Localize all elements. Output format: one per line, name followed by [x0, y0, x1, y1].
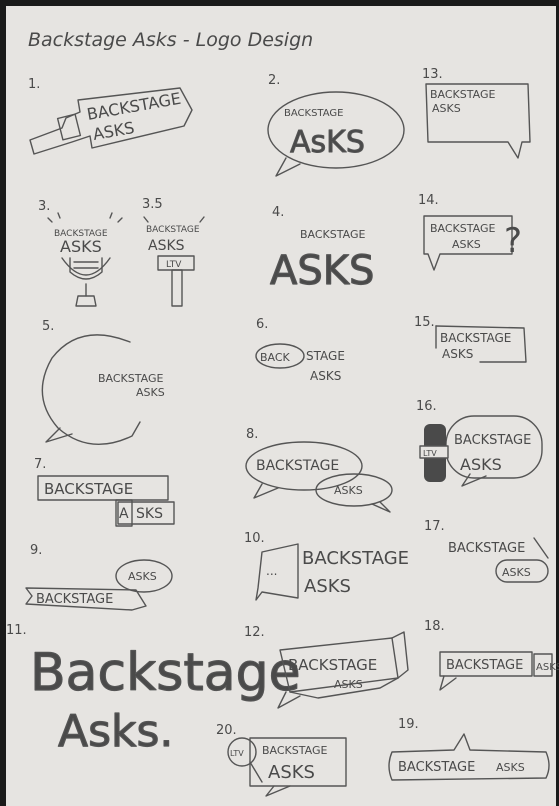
svg-text:AsKS: AsKS [290, 125, 365, 160]
logo-sketch-sheet: Backstage Asks - Logo Design 1. 2. 13. 3… [6, 6, 559, 806]
svg-text:ASKS: ASKS [502, 566, 531, 579]
svg-text:ASKS: ASKS [452, 238, 481, 251]
number-12: 12. [244, 625, 265, 640]
svg-text:BACKSTAGE: BACKSTAGE [146, 225, 200, 235]
svg-text:BACKSTAGE: BACKSTAGE [446, 658, 523, 673]
svg-text:A: A [119, 506, 129, 522]
svg-text:LTV: LTV [230, 749, 244, 758]
svg-text:BACKSTAGE: BACKSTAGE [302, 548, 409, 569]
svg-text:Asks.: Asks. [58, 706, 173, 757]
svg-text:ASKS: ASKS [442, 347, 473, 361]
svg-text:...: ... [266, 564, 277, 578]
number-11: 11. [6, 623, 27, 638]
svg-text:BACKSTAGE: BACKSTAGE [440, 331, 511, 345]
number-2: 2. [268, 73, 280, 88]
svg-text:BACKSTAGE: BACKSTAGE [430, 222, 495, 235]
svg-text:ASKS: ASKS [60, 237, 102, 256]
number-5: 5. [42, 319, 54, 334]
svg-text:BACKSTAGE: BACKSTAGE [288, 656, 377, 674]
number-10: 10. [244, 531, 265, 546]
svg-text:ASKS: ASKS [268, 762, 315, 783]
svg-text:LTV: LTV [423, 449, 437, 458]
svg-text:LTV: LTV [166, 260, 182, 270]
number-20: 20. [216, 723, 237, 738]
svg-text:BACKSTAGE: BACKSTAGE [430, 88, 495, 101]
number-3: 3. [38, 199, 50, 214]
svg-text:STAGE: STAGE [306, 349, 345, 363]
svg-text:BACK: BACK [260, 351, 291, 364]
svg-text:?: ? [504, 221, 522, 261]
svg-text:BACKSTAGE: BACKSTAGE [256, 458, 339, 474]
svg-text:BACKSTAGE: BACKSTAGE [454, 433, 531, 448]
number-19: 19. [398, 717, 419, 732]
svg-text:ASKS: ASKS [334, 678, 363, 691]
svg-text:BACKSTAGE: BACKSTAGE [300, 228, 365, 241]
number-18: 18. [424, 619, 445, 634]
number-8: 8. [246, 427, 258, 442]
svg-text:BACKSTAGE: BACKSTAGE [448, 541, 525, 556]
svg-text:ASKS: ASKS [128, 570, 157, 583]
svg-text:ASKS: ASKS [496, 761, 525, 774]
number-15: 15. [414, 315, 435, 330]
number-16: 16. [416, 399, 437, 414]
svg-text:BACKSTAGE: BACKSTAGE [398, 760, 475, 775]
number-17: 17. [424, 519, 445, 534]
svg-text:ASKS: ASKS [310, 369, 341, 383]
svg-text:BACKSTAGE: BACKSTAGE [36, 592, 113, 607]
svg-text:ASKS: ASKS [460, 455, 502, 474]
number-4: 4. [272, 205, 284, 220]
svg-text:Backstage: Backstage [30, 643, 301, 703]
number-13: 13. [422, 67, 443, 82]
number-9: 9. [30, 543, 42, 558]
number-14: 14. [418, 193, 439, 208]
number-6: 6. [256, 317, 268, 332]
page-title: Backstage Asks - Logo Design [28, 29, 313, 51]
number-3-5: 3.5 [142, 197, 163, 212]
svg-text:BACKSTAGE: BACKSTAGE [284, 108, 343, 119]
svg-text:ASKS: ASKS [334, 484, 363, 497]
svg-text:BACKSTAGE: BACKSTAGE [44, 480, 133, 498]
svg-text:ASKS: ASKS [432, 102, 461, 115]
svg-text:SKS: SKS [136, 506, 163, 522]
svg-text:BACKSTAGE: BACKSTAGE [262, 744, 327, 757]
svg-text:ASKS: ASKS [136, 386, 165, 399]
svg-text:ASKS: ASKS [270, 248, 374, 294]
svg-text:ASKS: ASKS [148, 238, 185, 254]
svg-text:ASKS: ASKS [536, 662, 559, 673]
svg-text:BACKSTAGE: BACKSTAGE [98, 372, 163, 385]
number-1: 1. [28, 77, 40, 92]
number-7: 7. [34, 457, 46, 472]
svg-text:ASKS: ASKS [304, 576, 351, 597]
